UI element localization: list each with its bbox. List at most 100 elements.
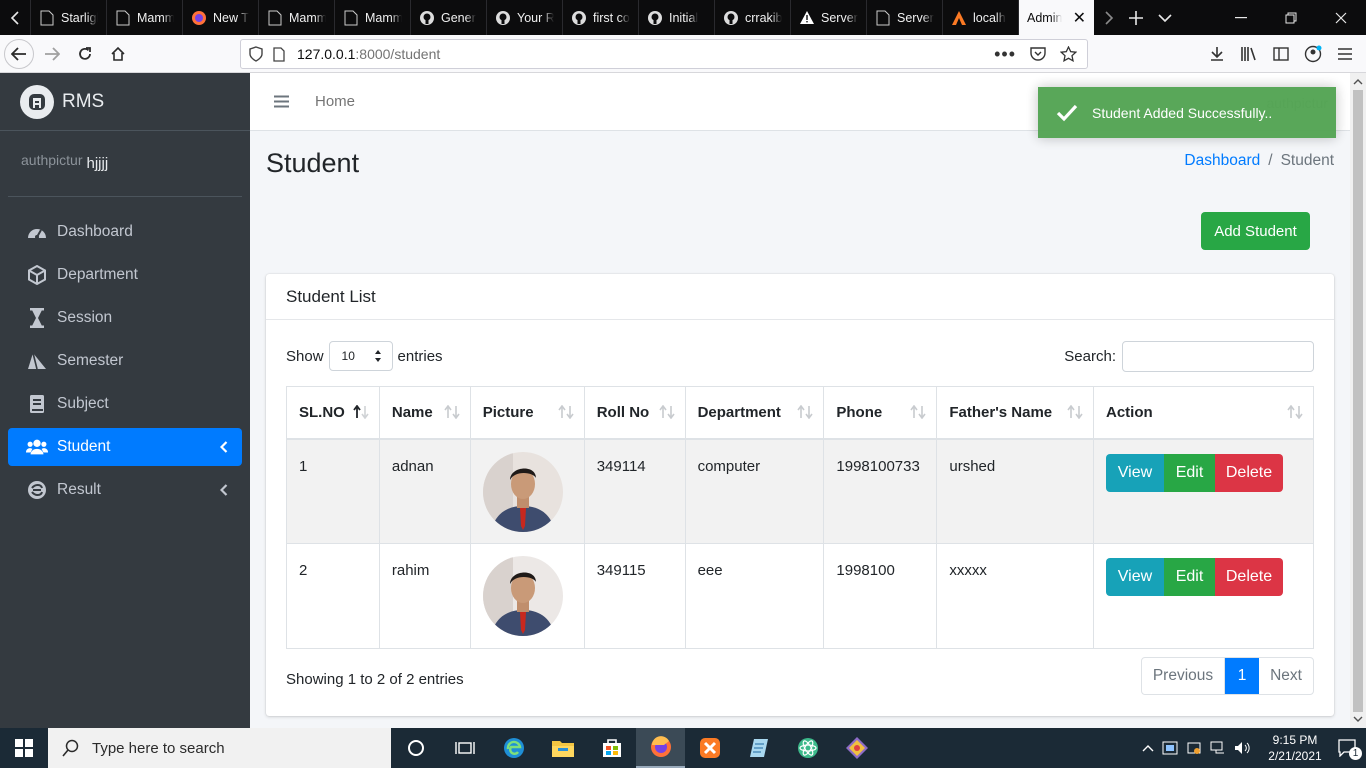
delete-button[interactable]: Delete bbox=[1215, 558, 1283, 596]
home-icon[interactable] bbox=[103, 39, 133, 69]
sort-icon bbox=[658, 405, 675, 419]
edit-button[interactable]: Edit bbox=[1164, 453, 1215, 492]
atom-editor-icon[interactable] bbox=[783, 728, 832, 768]
delete-button[interactable]: Delete bbox=[1215, 453, 1283, 492]
xampp-icon[interactable] bbox=[685, 728, 734, 768]
browser-tab[interactable]: Initial bbox=[638, 0, 714, 35]
back-arrow-icon[interactable] bbox=[4, 38, 34, 69]
view-button[interactable]: View bbox=[1106, 453, 1164, 492]
hamburger-menu-icon[interactable] bbox=[274, 95, 289, 108]
browser-tab[interactable]: first co bbox=[562, 0, 638, 35]
column-header[interactable]: Phone bbox=[823, 386, 938, 440]
sidebar-item-dashboard[interactable]: Dashboard bbox=[8, 213, 242, 251]
volume-icon[interactable] bbox=[1234, 741, 1252, 755]
sidebar-item-student[interactable]: Student bbox=[8, 428, 242, 466]
browser-tab[interactable]: Server bbox=[790, 0, 866, 35]
column-header[interactable]: SL.NO bbox=[286, 386, 380, 440]
bookmark-star-icon[interactable] bbox=[1060, 46, 1077, 62]
reload-icon[interactable] bbox=[70, 39, 100, 69]
windows-taskbar: Type here to search 9:15 PM 2/21/2021 1 bbox=[0, 728, 1366, 768]
browser-tab[interactable]: crrakib bbox=[714, 0, 790, 35]
browser-tab[interactable]: Starlight R bbox=[30, 0, 106, 35]
close-window-icon[interactable] bbox=[1316, 12, 1366, 24]
notepad-icon[interactable] bbox=[734, 728, 783, 768]
edge-icon[interactable] bbox=[489, 728, 538, 768]
tab-list-icon[interactable] bbox=[1158, 13, 1172, 23]
page-info-icon[interactable] bbox=[273, 46, 285, 62]
sidebar-item-semester[interactable]: Semester bbox=[8, 342, 242, 380]
sidebar-item-session[interactable]: Session bbox=[8, 299, 242, 337]
tab-scroll-left-icon[interactable] bbox=[0, 0, 30, 35]
sidebar-toggle-icon[interactable] bbox=[1268, 47, 1294, 61]
home-nav-link[interactable]: Home bbox=[315, 93, 355, 110]
downloads-icon[interactable] bbox=[1204, 46, 1230, 62]
column-header[interactable]: Name bbox=[378, 386, 471, 440]
success-toast[interactable]: Student Added Successfully.. bbox=[1038, 87, 1336, 138]
pocket-icon[interactable] bbox=[1030, 47, 1046, 61]
edit-button[interactable]: Edit bbox=[1164, 558, 1215, 596]
scroll-down-arrow-icon[interactable] bbox=[1350, 712, 1366, 726]
browser-tab[interactable]: Mamma's bbox=[106, 0, 182, 35]
add-student-button[interactable]: Add Student bbox=[1201, 212, 1310, 250]
sidebar-item-result[interactable]: Result bbox=[8, 471, 242, 509]
git-gui-icon[interactable] bbox=[832, 728, 881, 768]
tray-app-icon[interactable] bbox=[1162, 741, 1178, 755]
network-icon[interactable] bbox=[1210, 741, 1226, 755]
sidebar-item-subject[interactable]: Subject bbox=[8, 385, 242, 423]
browser-tab[interactable]: New T bbox=[182, 0, 258, 35]
library-icon[interactable] bbox=[1236, 46, 1262, 62]
sidebar-item-department[interactable]: Department bbox=[8, 256, 242, 294]
cortana-icon[interactable] bbox=[391, 728, 440, 768]
tab-scroll-right-icon[interactable] bbox=[1104, 10, 1114, 25]
user-name-link[interactable]: hjjjj bbox=[86, 155, 108, 172]
brand-link[interactable]: RMS bbox=[0, 73, 250, 131]
notification-center-icon[interactable]: 1 bbox=[1338, 739, 1362, 760]
column-header[interactable]: Roll No bbox=[583, 386, 686, 440]
browser-tab[interactable]: localh bbox=[942, 0, 1018, 35]
column-header[interactable]: Action bbox=[1093, 386, 1314, 440]
search-input[interactable] bbox=[1122, 340, 1314, 372]
account-icon[interactable] bbox=[1300, 45, 1326, 63]
new-tab-icon[interactable] bbox=[1128, 10, 1144, 26]
browser-tab-active[interactable]: Admin ✕ bbox=[1018, 0, 1094, 35]
browser-tab[interactable]: Your R bbox=[486, 0, 562, 35]
tab-title: Mamma's bbox=[137, 10, 174, 25]
view-button[interactable]: View bbox=[1106, 558, 1164, 596]
taskbar-search-box[interactable]: Type here to search bbox=[48, 728, 391, 768]
scrollbar-thumb[interactable] bbox=[1353, 90, 1363, 712]
column-header[interactable]: Picture bbox=[469, 386, 585, 440]
close-tab-icon[interactable]: ✕ bbox=[1073, 8, 1086, 28]
file-explorer-icon[interactable] bbox=[538, 728, 587, 768]
browser-tab[interactable]: Mamma's bbox=[258, 0, 334, 35]
task-view-icon[interactable] bbox=[440, 728, 489, 768]
browser-tab[interactable]: Gener bbox=[410, 0, 486, 35]
browser-tab[interactable]: Server Erro bbox=[866, 0, 942, 35]
app-menu-icon[interactable] bbox=[1332, 47, 1358, 61]
clock-date: 2/21/2021 bbox=[1268, 749, 1322, 763]
firefox-taskbar-icon[interactable] bbox=[636, 728, 685, 768]
minimize-window-icon[interactable] bbox=[1216, 16, 1266, 19]
column-header[interactable]: Father's Name bbox=[936, 386, 1094, 440]
pagination-page-1[interactable]: 1 bbox=[1225, 658, 1259, 694]
forward-arrow-icon[interactable] bbox=[37, 39, 67, 69]
column-header[interactable]: Department bbox=[684, 386, 825, 440]
tracking-shield-icon[interactable] bbox=[249, 46, 263, 62]
browser-tab[interactable]: Mamma's bbox=[334, 0, 410, 35]
table-row: 1 adnan 349114 computer 1998100733 urshed View… bbox=[286, 438, 1314, 544]
tab-title: Server bbox=[821, 10, 858, 25]
entries-select[interactable]: 10 bbox=[328, 341, 393, 371]
microsoft-store-icon[interactable] bbox=[587, 728, 636, 768]
address-bar[interactable]: 127.0.0.1:8000/student ••• bbox=[240, 39, 1088, 69]
pagination-previous-button[interactable]: Previous bbox=[1142, 658, 1225, 694]
page-actions-icon[interactable]: ••• bbox=[994, 44, 1016, 65]
tray-expand-chevron-icon[interactable] bbox=[1142, 744, 1154, 752]
breadcrumb-dashboard-link[interactable]: Dashboard bbox=[1184, 152, 1260, 170]
pagination-next-button[interactable]: Next bbox=[1259, 658, 1313, 694]
scroll-up-arrow-icon[interactable] bbox=[1350, 75, 1366, 89]
page-scrollbar[interactable] bbox=[1350, 73, 1366, 728]
restore-window-icon[interactable] bbox=[1266, 12, 1316, 24]
column-header-label: Picture bbox=[482, 403, 534, 421]
tray-security-icon[interactable] bbox=[1186, 740, 1202, 756]
taskbar-clock[interactable]: 9:15 PM 2/21/2021 bbox=[1260, 732, 1330, 764]
windows-start-icon[interactable] bbox=[0, 728, 48, 768]
